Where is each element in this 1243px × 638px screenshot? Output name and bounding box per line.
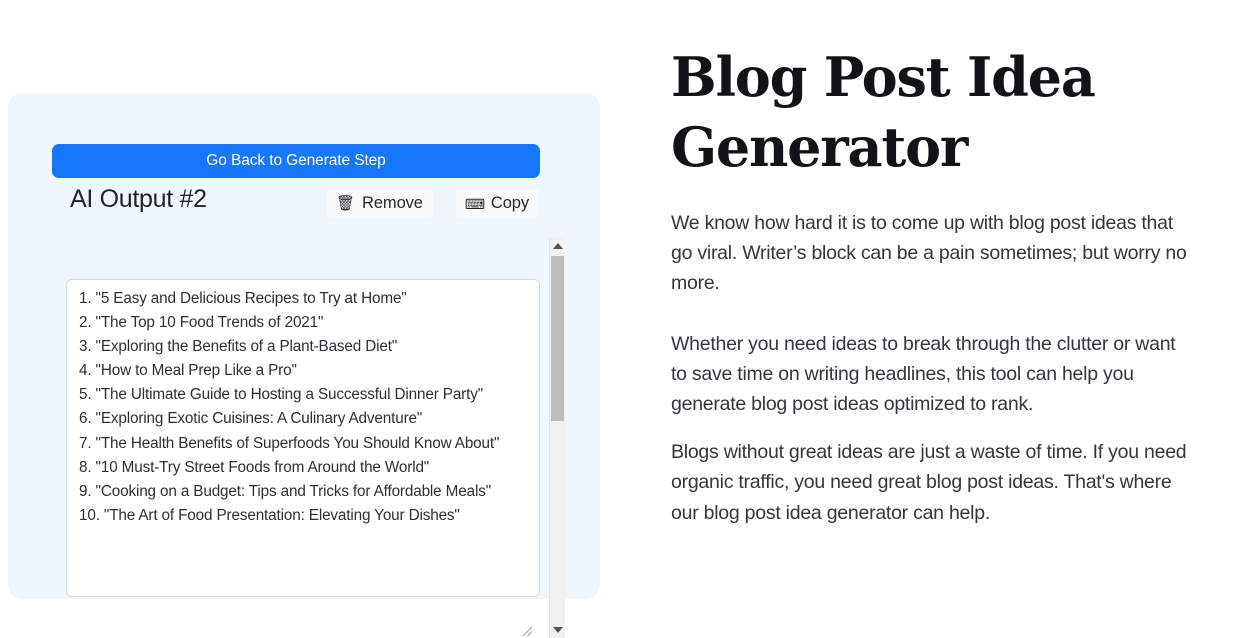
panel-inner: Go Back to Generate Step AI Output #2 🗑 … <box>52 144 556 597</box>
page-title: Blog Post Idea Generator <box>671 45 1096 179</box>
remove-button-label: Remove <box>362 194 423 212</box>
keyboard-icon: ⌨ <box>464 195 485 212</box>
scrollbar-down-arrow[interactable] <box>550 622 565 638</box>
intro-paragraph-1: We know how hard it is to come up with b… <box>671 212 1187 295</box>
trash-icon: 🗑 <box>336 195 355 212</box>
ai-output-header: AI Output #2 🗑 Remove ⌨ Copy <box>52 184 540 224</box>
copy-button[interactable]: ⌨ Copy <box>455 189 539 218</box>
remove-button[interactable]: 🗑 Remove <box>327 189 433 218</box>
copy-button-label: Copy <box>490 194 529 212</box>
intro-paragraph-2: Whether you need ideas to break through … <box>671 332 1176 416</box>
textarea-resize-handle[interactable] <box>519 623 533 637</box>
ai-output-panel: Go Back to Generate Step AI Output #2 🗑 … <box>8 93 600 638</box>
ai-output-textarea[interactable] <box>66 279 540 597</box>
ai-output-title: AI Output #2 <box>70 185 207 213</box>
scrollbar-thumb[interactable] <box>551 256 564 421</box>
output-action-group: 🗑 Remove ⌨ Copy <box>327 189 539 218</box>
scrollbar-up-arrow[interactable] <box>550 238 565 254</box>
intro-copy: We know how hard it is to come up with b… <box>671 208 1187 558</box>
go-back-to-generate-step-button[interactable]: Go Back to Generate Step <box>52 144 540 178</box>
intro-paragraph-3: Blogs without great ideas are just a was… <box>671 441 1187 524</box>
page-root: Go Back to Generate Step AI Output #2 🗑 … <box>0 0 1243 638</box>
page-scrollbar[interactable] <box>549 238 565 638</box>
marketing-column: Blog Post Idea Generator We know how har… <box>671 0 1201 599</box>
